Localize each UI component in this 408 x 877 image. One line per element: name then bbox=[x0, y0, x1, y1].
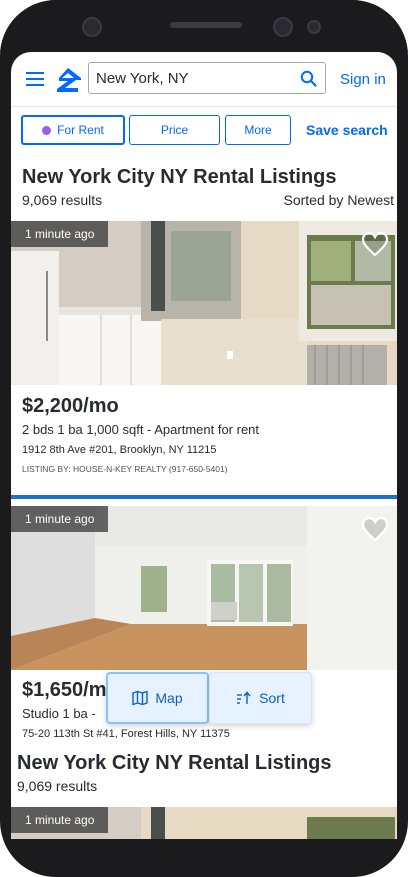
map-icon bbox=[132, 690, 149, 706]
for-rent-label: For Rent bbox=[57, 123, 104, 137]
listing-agent: LISTING BY: HOUSE-N-KEY REALTY (917-650-… bbox=[22, 464, 228, 474]
sort-icon bbox=[237, 691, 251, 704]
listing-time-badge: 1 minute ago bbox=[11, 807, 109, 833]
more-filter-button[interactable]: More bbox=[225, 115, 291, 145]
zillow-logo[interactable] bbox=[54, 67, 82, 93]
results-count: 9,069 results bbox=[22, 192, 103, 208]
listing-separator bbox=[11, 495, 397, 499]
menu-icon[interactable] bbox=[26, 72, 44, 86]
search-icon[interactable] bbox=[300, 70, 317, 87]
sort-order[interactable]: Sorted by Newest bbox=[284, 192, 395, 208]
sticky-results-count: 9,069 results bbox=[17, 778, 98, 794]
sign-in-link[interactable]: Sign in bbox=[340, 71, 386, 88]
listing-price[interactable]: $2,200/mo bbox=[22, 395, 119, 418]
search-input[interactable]: New York, NY bbox=[88, 62, 326, 94]
proximity-sensor-icon bbox=[273, 17, 293, 37]
search-value: New York, NY bbox=[96, 70, 189, 87]
listing-photo[interactable]: 1 minute ago bbox=[11, 221, 397, 385]
listing-time-badge: 1 minute ago bbox=[11, 221, 109, 247]
save-search-button[interactable]: Save search bbox=[306, 122, 388, 138]
sort-button[interactable]: Sort bbox=[209, 672, 312, 724]
phone-bottom-bezel bbox=[0, 839, 408, 877]
listing-facts: 2 bds 1 ba 1,000 sqft - Apartment for re… bbox=[22, 422, 260, 437]
sensor-icon bbox=[307, 20, 321, 34]
listing-photo[interactable]: 1 minute ago bbox=[11, 506, 397, 670]
phone-top-bezel bbox=[0, 0, 408, 52]
for-rent-filter-button[interactable]: For Rent bbox=[21, 115, 125, 145]
app-header: New York, NY Sign in bbox=[11, 52, 397, 106]
listing-address[interactable]: 75-20 113th St #41, Forest Hills, NY 113… bbox=[22, 728, 230, 740]
listing-photo[interactable]: 1 minute ago bbox=[11, 807, 397, 839]
app-screen: New York, NY Sign in For Rent Price More… bbox=[11, 52, 397, 839]
heart-icon[interactable] bbox=[361, 231, 389, 257]
page-title: New York City NY Rental Listings bbox=[22, 166, 337, 188]
listing-address[interactable]: 1912 8th Ave #201, Brooklyn, NY 11215 bbox=[22, 444, 216, 456]
sticky-title: New York City NY Rental Listings bbox=[17, 752, 332, 774]
rent-dot-icon bbox=[42, 126, 52, 135]
listing-facts: Studio 1 ba - bbox=[22, 706, 96, 721]
earpiece-speaker bbox=[170, 22, 242, 28]
front-camera-icon bbox=[82, 17, 102, 37]
listing-time-badge: 1 minute ago bbox=[11, 506, 109, 532]
map-button[interactable]: Map bbox=[106, 672, 209, 724]
header-divider bbox=[11, 106, 397, 107]
sort-button-label: Sort bbox=[259, 690, 285, 706]
phone-frame: New York, NY Sign in For Rent Price More… bbox=[0, 0, 408, 877]
listing-price[interactable]: $1,650/m bbox=[22, 679, 107, 702]
price-filter-button[interactable]: Price bbox=[129, 115, 220, 145]
heart-icon[interactable] bbox=[361, 516, 389, 542]
map-button-label: Map bbox=[155, 690, 183, 706]
